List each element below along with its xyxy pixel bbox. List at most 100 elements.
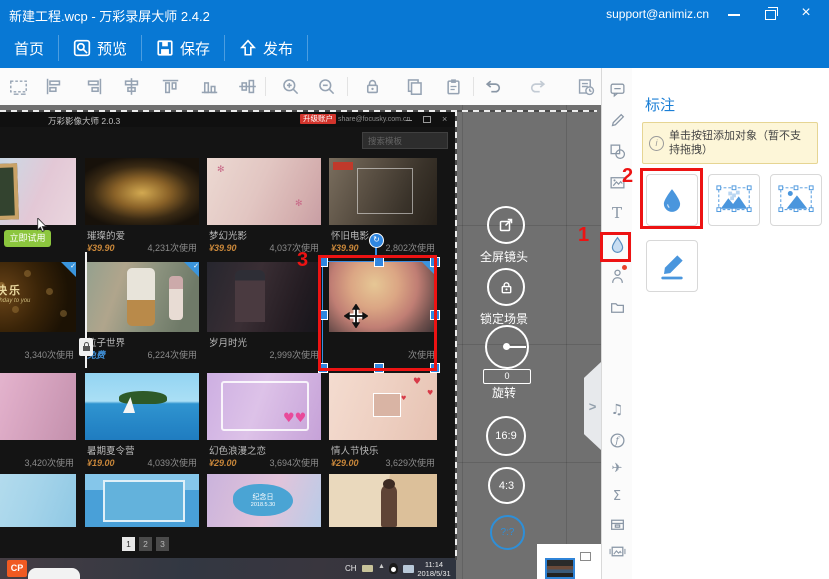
template-price: ¥39.90 — [87, 243, 115, 253]
template-card: 岁月时光 2,999次使用 — [207, 262, 321, 359]
rotate-dial[interactable] — [485, 325, 529, 369]
ratio-43-button[interactable]: 4:3 — [488, 467, 525, 504]
template-price: ¥39.90 — [209, 243, 237, 253]
selection-handle-w[interactable] — [318, 310, 328, 320]
template-card — [0, 158, 76, 225]
template-thumbnail — [85, 262, 199, 332]
drop-icon[interactable] — [606, 233, 628, 255]
rotation-handle[interactable]: ↻ — [369, 233, 384, 248]
template-card: ♥♥ 幻色浪漫之恋 ¥29.003,694次使用 — [207, 373, 321, 467]
mosaic-image-icon — [715, 184, 753, 216]
character-icon[interactable] — [606, 265, 628, 287]
align-center-horizontal-icon[interactable] — [120, 75, 142, 97]
undo-icon[interactable] — [481, 75, 503, 97]
selection-box[interactable] — [322, 261, 436, 369]
preview-icon — [73, 39, 91, 57]
tray-date: 2018/5/31 — [417, 569, 450, 578]
publish-button[interactable]: 发布 — [225, 28, 307, 68]
fullscreen-lens-icon — [498, 217, 514, 233]
gallery-icon[interactable] — [606, 540, 628, 562]
account-email: support@animiz.cn — [606, 7, 709, 21]
template-thumbnail — [85, 158, 199, 225]
ratio-custom-button[interactable]: ?:? — [490, 515, 525, 550]
template-card: 3,420次使用 — [0, 373, 76, 467]
zoom-in-icon[interactable] — [279, 75, 301, 97]
template-card — [329, 474, 437, 527]
restore-icon — [765, 10, 776, 20]
zoom-out-icon[interactable] — [315, 75, 337, 97]
slider-lock-handle[interactable] — [79, 338, 93, 356]
decor — [119, 391, 167, 404]
minimize-button[interactable] — [719, 0, 749, 28]
align-right-icon[interactable] — [83, 75, 105, 97]
fullscreen-lens-label: 全屏镜头 — [478, 248, 530, 265]
fullscreen-lens-button[interactable] — [487, 206, 525, 244]
marker-icon — [656, 250, 688, 282]
selection-handle-se[interactable] — [430, 363, 440, 373]
screenshot-object[interactable]: 万彩影像大师 2.0.3 升级账户 share@focusky.com.cn ×… — [0, 112, 456, 579]
select-region-icon[interactable] — [7, 75, 29, 97]
add-spotlight-button[interactable] — [770, 174, 822, 226]
shot-app-title: 万彩影像大师 2.0.3 — [48, 115, 120, 127]
app-window: 新建工程.wcp - 万彩录屏大师 2.4.2 support@animiz.c… — [0, 0, 829, 579]
save-label: 保存 — [180, 38, 210, 59]
editing-canvas[interactable]: 万彩影像大师 2.0.3 升级账户 share@focusky.com.cn ×… — [0, 105, 601, 579]
copy-icon[interactable] — [403, 75, 425, 97]
shape-icon[interactable] — [606, 140, 628, 162]
panel-collapse-tab[interactable]: > — [584, 362, 601, 450]
preview-label: 预览 — [97, 38, 127, 59]
effect-icon[interactable]: f — [606, 429, 628, 451]
music-icon[interactable]: ♫ — [606, 399, 628, 421]
rotate-value-input[interactable]: 0 — [483, 369, 531, 384]
template-uses: 4,231次使用 — [147, 241, 197, 254]
align-center-vertical-icon[interactable] — [236, 75, 258, 97]
tray-network-icon — [403, 565, 414, 573]
selection-handle-ne[interactable] — [430, 257, 440, 267]
callout-icon[interactable] — [606, 78, 628, 100]
template-title: 岁月时光 — [209, 335, 319, 348]
selection-handle-s[interactable] — [374, 363, 384, 373]
decor — [127, 268, 155, 326]
template-card — [85, 474, 199, 527]
formula-icon[interactable]: Σ — [606, 485, 628, 507]
decor — [373, 393, 401, 417]
ratio-169-button[interactable]: 16:9 — [486, 416, 526, 456]
folder-icon[interactable] — [606, 296, 628, 318]
rec-decor — [333, 162, 353, 170]
template-title: 情人节快乐 — [331, 443, 435, 456]
add-mosaic-button[interactable] — [708, 174, 760, 226]
publish-icon — [239, 39, 257, 57]
text-icon[interactable]: T — [606, 202, 628, 224]
minimap-thumbnail[interactable] — [545, 558, 575, 579]
home-button[interactable]: 首页 — [0, 28, 58, 68]
preview-button[interactable]: 预览 — [59, 28, 141, 68]
align-top-icon[interactable] — [159, 75, 181, 97]
decor: ♥ — [401, 395, 406, 402]
add-marker-button[interactable] — [646, 240, 698, 292]
svg-text:f: f — [614, 435, 620, 446]
pencil-icon[interactable] — [606, 109, 628, 131]
minimap-restore-icon[interactable] — [580, 552, 591, 561]
paste-icon[interactable] — [442, 75, 464, 97]
animation-icon[interactable]: ✈ — [606, 457, 628, 479]
panel-title: 标注 — [645, 94, 675, 115]
selection-handle-sw[interactable] — [318, 363, 328, 373]
restore-button[interactable] — [755, 0, 785, 28]
align-bottom-icon[interactable] — [198, 75, 220, 97]
archive-icon[interactable] — [606, 513, 628, 535]
history-icon[interactable] — [574, 75, 596, 97]
template-card: ✻✻ 梦幻光影 ¥39.904,037次使用 — [207, 158, 321, 252]
selection-handle-e[interactable] — [430, 310, 440, 320]
info-icon: i — [649, 136, 664, 151]
add-drop-button[interactable] — [646, 174, 698, 226]
template-price: ¥29.00 — [209, 458, 237, 468]
decor: ♥ — [427, 389, 433, 397]
lock-scene-button[interactable] — [487, 268, 525, 306]
selection-handle-nw[interactable] — [318, 257, 328, 267]
redo-icon[interactable] — [527, 75, 549, 97]
close-button[interactable]: × — [791, 0, 821, 28]
main-toolbar: 首页 预览 保存 发布 — [0, 28, 829, 68]
lock-icon[interactable] — [361, 75, 383, 97]
align-left-icon[interactable] — [42, 75, 64, 97]
save-button[interactable]: 保存 — [142, 28, 224, 68]
